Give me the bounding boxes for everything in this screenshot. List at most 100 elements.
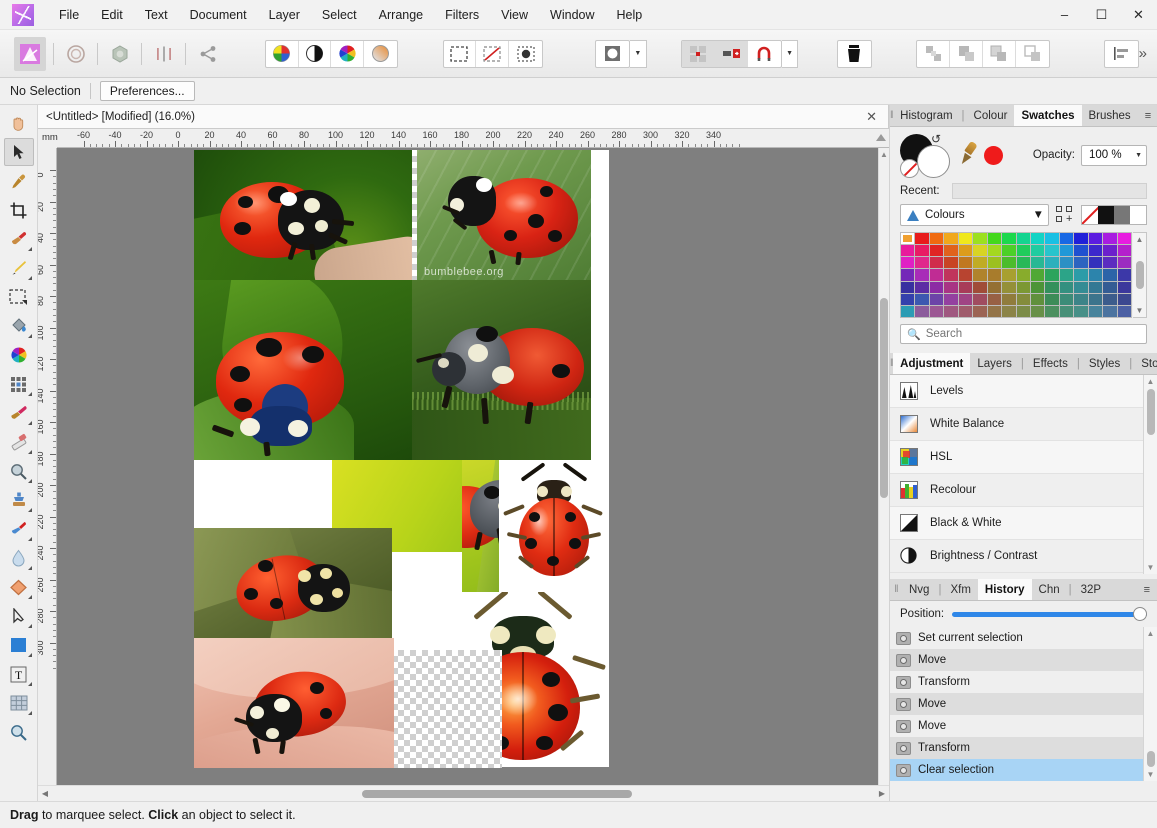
colour-picker-icon[interactable] bbox=[958, 140, 982, 170]
swatch-cell[interactable] bbox=[1002, 281, 1016, 293]
swatch-cell[interactable] bbox=[901, 233, 915, 245]
transparency-checker-region[interactable] bbox=[392, 650, 502, 768]
swatch-cell[interactable] bbox=[1088, 245, 1103, 257]
panel-grip-icon[interactable]: ‖ bbox=[890, 579, 902, 600]
swatch-cell[interactable] bbox=[958, 245, 973, 257]
swatch-cell[interactable] bbox=[1045, 245, 1059, 257]
menu-filters[interactable]: Filters bbox=[434, 2, 490, 28]
swatch-cell[interactable] bbox=[1103, 269, 1117, 281]
fill-stroke-status-swatches[interactable] bbox=[1081, 205, 1147, 225]
swatch-cell[interactable] bbox=[1002, 257, 1016, 269]
swatch-cell[interactable] bbox=[987, 257, 1002, 269]
swatch-cell[interactable] bbox=[901, 305, 915, 317]
magnet-icon[interactable] bbox=[748, 41, 781, 67]
develop-persona-button[interactable] bbox=[105, 39, 134, 69]
swatch-cell[interactable] bbox=[915, 257, 929, 269]
tool-crop-tool[interactable] bbox=[4, 196, 34, 224]
tab-layers[interactable]: Layers bbox=[970, 353, 1019, 374]
swatch-cell[interactable] bbox=[1088, 293, 1103, 305]
swatch-cell[interactable] bbox=[944, 257, 958, 269]
swatch-cell[interactable] bbox=[958, 269, 973, 281]
swatch-cell[interactable] bbox=[1045, 269, 1059, 281]
tool-view-tool[interactable] bbox=[4, 109, 34, 137]
swatch-cell[interactable] bbox=[1074, 233, 1088, 245]
tab-transform[interactable]: Xfm bbox=[943, 579, 978, 600]
fill-stroke-swatches[interactable]: ↺ bbox=[900, 132, 954, 178]
history-entry[interactable]: Clear selection bbox=[890, 759, 1143, 781]
swatch-cell[interactable] bbox=[1117, 257, 1131, 269]
deselect-icon[interactable] bbox=[476, 40, 510, 67]
menu-window[interactable]: Window bbox=[539, 2, 605, 28]
swatch-cell[interactable] bbox=[1117, 281, 1131, 293]
vertical-ruler[interactable]: 0 20 40 60 80 100 120 140 160 180 200 220 240 260 280 3… bbox=[38, 148, 57, 801]
swatch-cell[interactable] bbox=[1059, 233, 1074, 245]
photo-ladybird-on-leaf-watermarked[interactable]: bumblebee.org bbox=[412, 150, 591, 280]
scroll-up-arrow-icon[interactable]: ▲ bbox=[1147, 375, 1155, 388]
swatch-cell[interactable] bbox=[1074, 257, 1088, 269]
swatch-cell[interactable] bbox=[987, 281, 1002, 293]
menu-file[interactable]: File bbox=[48, 2, 90, 28]
subtract-icon[interactable] bbox=[983, 40, 1016, 67]
swatch-cell[interactable] bbox=[1059, 245, 1074, 257]
tool-zoom-in-tool[interactable] bbox=[4, 457, 34, 485]
swatch-cell[interactable] bbox=[901, 281, 915, 293]
swatch-cell[interactable] bbox=[1103, 293, 1117, 305]
swatch-cell[interactable] bbox=[987, 233, 1002, 245]
tab-channels[interactable]: Chn bbox=[1031, 579, 1067, 600]
swatch-cell[interactable] bbox=[944, 305, 958, 317]
swatch-cell[interactable] bbox=[1030, 257, 1045, 269]
swatch-cell[interactable] bbox=[929, 245, 944, 257]
align-left-icon[interactable] bbox=[1105, 41, 1138, 67]
swatch-cell[interactable] bbox=[1002, 245, 1016, 257]
swatch-grid-scrollbar[interactable]: ▲ ▼ bbox=[1133, 232, 1147, 318]
tool-paint-mixer-tool[interactable] bbox=[4, 399, 34, 427]
swatch-scroll-thumb[interactable] bbox=[1135, 261, 1144, 289]
swatch-cell[interactable] bbox=[1074, 305, 1088, 317]
trash-icon[interactable] bbox=[838, 41, 871, 67]
swatch-cell[interactable] bbox=[1045, 257, 1059, 269]
history-entry[interactable]: Move bbox=[890, 693, 1143, 715]
tool-artistic-text-tool[interactable]: T bbox=[4, 660, 34, 688]
swatch-cell[interactable] bbox=[1059, 257, 1074, 269]
swatch-cell[interactable] bbox=[1088, 233, 1103, 245]
close-icon[interactable]: ✕ bbox=[863, 109, 880, 125]
snap-panel-icon[interactable] bbox=[715, 40, 749, 67]
menu-text[interactable]: Text bbox=[134, 2, 179, 28]
swatch-cell[interactable] bbox=[915, 245, 929, 257]
swatch-cell[interactable] bbox=[901, 257, 915, 269]
swatch-cell[interactable] bbox=[1016, 281, 1030, 293]
swatch-cell[interactable] bbox=[929, 233, 944, 245]
swatch-grid[interactable] bbox=[900, 232, 1132, 318]
swatch-cell[interactable] bbox=[1016, 245, 1030, 257]
swatch-search-row[interactable]: 🔍 bbox=[900, 324, 1147, 344]
swatch-cell[interactable] bbox=[1088, 257, 1103, 269]
tab-effects[interactable]: Effects bbox=[1025, 353, 1075, 374]
marquee-icon[interactable] bbox=[444, 40, 477, 67]
close-button[interactable]: ✕ bbox=[1120, 0, 1157, 30]
picked-colour-swatch[interactable] bbox=[984, 145, 1003, 165]
swatch-cell[interactable] bbox=[929, 305, 944, 317]
swatch-cell[interactable] bbox=[973, 257, 987, 269]
swatch-cell[interactable] bbox=[1002, 293, 1016, 305]
grid-icon[interactable] bbox=[682, 40, 716, 67]
tab-adjustment[interactable]: Adjustment bbox=[893, 353, 971, 374]
menu-view[interactable]: View bbox=[490, 2, 539, 28]
intersect-icon[interactable] bbox=[1016, 41, 1049, 67]
tool-zoom-tool[interactable] bbox=[4, 718, 34, 746]
tool-pixel-tool[interactable] bbox=[4, 370, 34, 398]
swatch-cell[interactable] bbox=[1088, 281, 1103, 293]
tab-histogram[interactable]: Histogram bbox=[893, 105, 960, 126]
tab-swatches[interactable]: Swatches bbox=[1014, 105, 1082, 126]
hsl-icon[interactable] bbox=[331, 40, 365, 67]
tone-mapping-persona-button[interactable] bbox=[149, 39, 178, 69]
tab-brushes[interactable]: Brushes bbox=[1081, 105, 1138, 126]
swatch-cell[interactable] bbox=[1103, 305, 1117, 317]
menu-help[interactable]: Help bbox=[606, 2, 654, 28]
swatch-cell[interactable] bbox=[944, 233, 958, 245]
scroll-down-arrow-icon[interactable]: ▼ bbox=[1136, 304, 1144, 317]
swatch-cell[interactable] bbox=[987, 305, 1002, 317]
swap-colours-icon[interactable]: ↺ bbox=[931, 132, 941, 146]
swatch-cell[interactable] bbox=[958, 281, 973, 293]
tab-styles[interactable]: Styles bbox=[1081, 353, 1128, 374]
swatch-cell[interactable] bbox=[901, 245, 915, 257]
